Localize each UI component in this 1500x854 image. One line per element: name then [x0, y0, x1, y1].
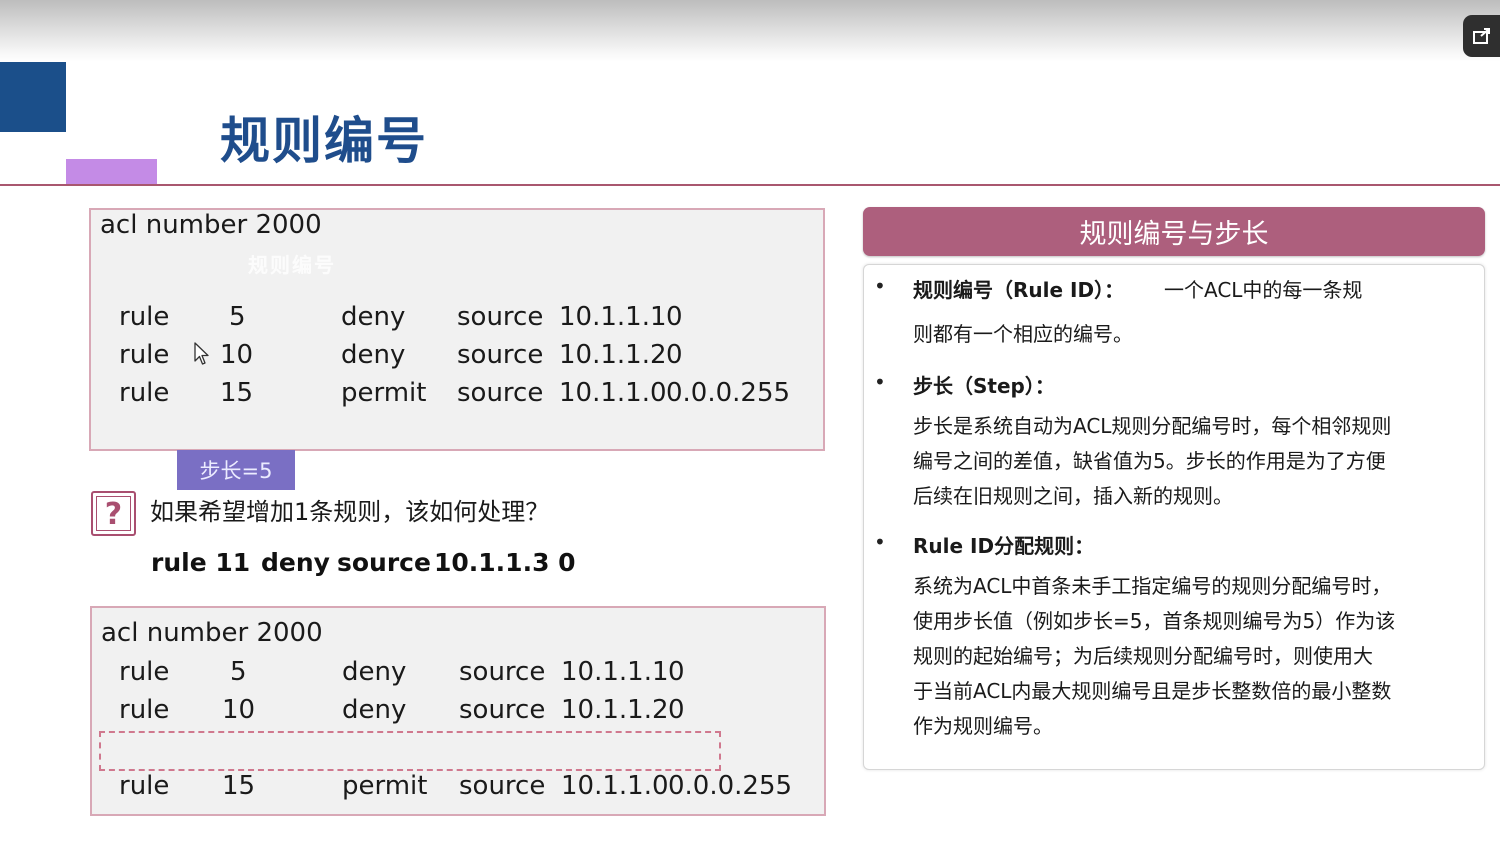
rule-source: source	[459, 657, 546, 687]
rule-id: 5	[229, 302, 246, 332]
alloc-desc-line: 于当前ACL内最大规则编号且是步长整数倍的最小整数	[913, 679, 1392, 703]
rule-action: deny	[342, 695, 407, 725]
bullet: •	[874, 274, 886, 298]
answer-rule-keyword: rule 11	[151, 548, 251, 577]
rule-keyword: rule	[119, 695, 170, 725]
rule-ip: 10.1.1.2	[561, 695, 669, 725]
rule-source: source	[459, 695, 546, 725]
rule-id: 5	[230, 657, 247, 687]
rule-wildcard: 0	[668, 657, 685, 687]
rule-ip: 10.1.1.0	[559, 378, 667, 408]
side-panel-header: 规则编号与步长	[863, 207, 1485, 256]
rule-keyword: rule	[119, 340, 170, 370]
answer-rule-ip: 10.1.1.3 0	[434, 548, 576, 577]
rule-source: source	[457, 340, 544, 370]
rule-keyword: rule	[119, 302, 170, 332]
acl-config-box-after: acl number 2000 rule 5 deny source 10.1.…	[90, 606, 826, 816]
question-text: 如果希望增加1条规则，该如何处理？	[150, 498, 550, 526]
rule-ip: 10.1.1.1	[559, 302, 667, 332]
rule-wildcard: 0	[666, 302, 683, 332]
acl-header: acl number 2000	[100, 210, 322, 240]
rule-id-desc-line: 则都有一个相应的编号。	[913, 322, 1133, 346]
rule-id-desc-line: 一个ACL中的每一条规	[1164, 278, 1363, 302]
step-label: 步长（Step）：	[913, 374, 1055, 398]
rule-action: deny	[342, 657, 407, 687]
alloc-desc-line: 作为规则编号。	[913, 714, 1053, 738]
alloc-desc-line: 规则的起始编号；为后续规则分配编号时，则使用大	[913, 644, 1373, 668]
alloc-desc-line: 使用步长值（例如步长=5，首条规则编号为5）作为该	[913, 609, 1396, 633]
rule-ip: 10.1.1.2	[559, 340, 667, 370]
rule-id: 15	[220, 378, 254, 408]
rule-id: 10	[222, 695, 256, 725]
rule-id-label: 规则编号（Rule ID）：	[913, 278, 1125, 302]
bullet: •	[874, 370, 886, 394]
rule-wildcard: 0	[666, 340, 683, 370]
popout-button[interactable]	[1463, 15, 1500, 57]
rule-wildcard: 0.0.0.255	[666, 378, 791, 408]
inserted-rule-slot	[99, 731, 721, 771]
top-gradient-bar	[0, 0, 1500, 62]
step-desc-line: 后续在旧规则之间，插入新的规则。	[913, 484, 1233, 508]
rule-keyword: rule	[119, 378, 170, 408]
rule-ip: 10.1.1.0	[561, 771, 669, 801]
ghost-watermark-text: 规则编号	[248, 253, 336, 277]
title-divider	[0, 184, 1500, 186]
acl-header: acl number 2000	[101, 618, 323, 648]
question-icon: ?	[91, 491, 136, 536]
rule-action: permit	[341, 378, 427, 408]
rule-source: source	[459, 771, 546, 801]
rule-action: deny	[341, 340, 406, 370]
step-desc-line: 步长是系统自动为ACL规则分配编号时，每个相邻规则	[913, 414, 1392, 438]
rule-ip: 10.1.1.1	[561, 657, 669, 687]
popout-icon	[1472, 28, 1490, 44]
decor-purple-bar	[66, 159, 157, 185]
alloc-desc-line: 系统为ACL中首条未手工指定编号的规则分配编号时，	[913, 574, 1392, 598]
rule-keyword: rule	[119, 657, 170, 687]
rule-action: deny	[341, 302, 406, 332]
decor-blue-square	[0, 62, 66, 132]
bullet: •	[874, 530, 886, 554]
slide-title: 规则编号	[220, 112, 428, 170]
answer-rule-action: deny	[261, 548, 330, 577]
rule-id: 15	[222, 771, 256, 801]
rule-keyword: rule	[119, 771, 170, 801]
rule-action: permit	[342, 771, 428, 801]
acl-config-box-before: acl number 2000 规则编号 rule 5 deny source …	[89, 208, 825, 451]
rule-source: source	[457, 378, 544, 408]
cursor-icon	[194, 342, 209, 365]
rule-source: source	[457, 302, 544, 332]
step-desc-line: 编号之间的差值，缺省值为5。步长的作用是为了方便	[913, 449, 1386, 473]
answer-rule-source: source	[337, 548, 431, 577]
rule-wildcard: 0	[668, 695, 685, 725]
rule-id: 10	[220, 340, 254, 370]
rule-wildcard: 0.0.0.255	[668, 771, 793, 801]
step-size-tag: 步长=5	[177, 450, 295, 490]
rule-id-alloc-label: Rule ID分配规则：	[913, 534, 1095, 558]
